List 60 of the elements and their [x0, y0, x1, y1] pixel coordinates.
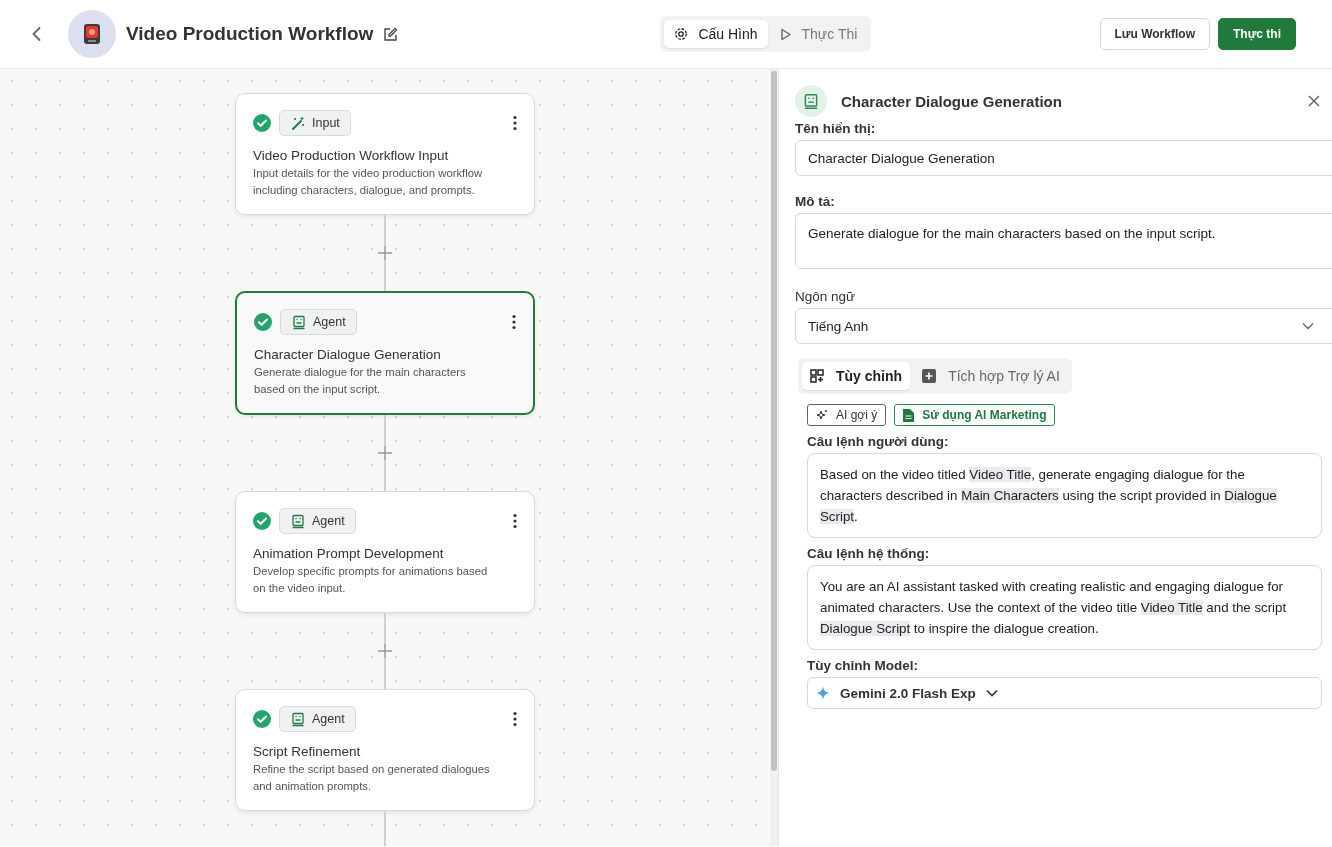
node-description: Input details for the video production workflow including characters, dialogue, and prompts.: [253, 166, 484, 198]
chevron-down-icon: [985, 689, 998, 697]
node-title: Video Production Workflow Input: [253, 148, 450, 163]
field-label: Tên hiển thị:: [795, 121, 877, 136]
prompt-field[interactable]: You are an AI assistant tasked with creating realistic and engaging dialogue for animated characters. Use the context of the video title Video Title and the script Dialogue Script to inspire the dialogue creation.: [807, 565, 1322, 650]
robot-icon: [802, 92, 820, 110]
language-dropdown[interactable]: Tiếng Anh: [795, 308, 1332, 344]
workflow-node[interactable]: Input Video Production Workflow Input Input details for the video production workflow including characters, dialogue, and prompts.: [235, 93, 535, 215]
save-button[interactable]: Lưu Workflow: [1099, 18, 1210, 50]
panel-tab[interactable]: Tùy chỉnh: [802, 362, 911, 390]
workflow-node[interactable]: Agent Script Refinement Refine the script based on generated dialogues and animation prompts.: [235, 689, 535, 811]
node-type-tag: Input: [279, 110, 351, 136]
field-label: Mô tả:: [795, 194, 836, 209]
node-type-tag: Agent: [279, 706, 356, 732]
field-label: Câu lệnh hệ thống:: [807, 546, 931, 561]
node-description: Refine the script based on generated dialogues and animation prompts.: [253, 762, 491, 794]
more-icon[interactable]: [512, 513, 518, 529]
robot-icon: [290, 513, 306, 529]
node-type-tag: Agent: [279, 508, 356, 534]
more-icon[interactable]: [511, 314, 517, 330]
panel-tab[interactable]: Tích hợp Trợ lý AI: [914, 362, 1068, 390]
edit-icon[interactable]: [383, 26, 399, 42]
workflow-title: Video Production Workflow: [126, 23, 374, 45]
sparkle-icon: [816, 409, 828, 421]
sparkle-icon: [816, 686, 830, 700]
run-button[interactable]: Thực thi: [1217, 18, 1296, 50]
scrollbar-thumb[interactable]: [771, 71, 777, 771]
field-label: Ngôn ngữ: [795, 289, 857, 304]
field-label: Câu lệnh người dùng:: [807, 434, 950, 449]
settings-icon: [674, 27, 689, 41]
close-icon[interactable]: [1308, 95, 1320, 107]
field-label: Tùy chỉnh Model:: [807, 658, 919, 673]
suggest-button[interactable]: AI gợi ý: [807, 404, 887, 426]
marketing-button[interactable]: Sử dụng AI Marketing: [894, 404, 1056, 426]
display-name-field[interactable]: Character Dialogue Generation: [795, 140, 1332, 176]
robot-icon: [290, 711, 306, 727]
node-type-tag: Agent: [280, 309, 357, 335]
workflow-node[interactable]: Agent Animation Prompt Development Develop specific prompts for animations based on the video input.: [235, 491, 535, 613]
plus-square-icon: [922, 369, 937, 383]
description-field[interactable]: Generate dialogue for the main characters based on the input script.: [795, 213, 1332, 269]
node-title: Character Dialogue Generation: [254, 347, 442, 362]
more-icon[interactable]: [512, 711, 518, 727]
more-icon[interactable]: [512, 115, 518, 131]
mode-tab[interactable]: Cấu Hình: [664, 20, 768, 48]
workflow-node[interactable]: Agent Character Dialogue Generation Generate dialogue for the main characters based on the input script.: [235, 291, 535, 415]
app-logo-icon: [83, 23, 101, 45]
node-description: Generate dialogue for the main characters based on the input script.: [254, 365, 467, 397]
node-description: Develop specific prompts for animations based on the video input.: [253, 564, 489, 596]
document-icon: [903, 408, 915, 422]
robot-icon: [291, 314, 307, 330]
chevron-down-icon: [1302, 322, 1314, 330]
magic-wand-icon: [290, 115, 306, 131]
prompt-field[interactable]: Based on the video titled Video Title, generate engaging dialogue for the characters described in Main Characters using the script provided in Dialogue Script.: [807, 453, 1322, 538]
model-dropdown[interactable]: Gemini 2.0 Flash Exp: [807, 677, 1322, 709]
play-icon: [779, 27, 792, 41]
node-title: Script Refinement: [253, 744, 362, 759]
node-title: Animation Prompt Development: [253, 546, 445, 561]
panel-title: Character Dialogue Generation: [841, 92, 1062, 110]
grid-icon: [810, 369, 824, 383]
mode-tab[interactable]: Thực Thi: [769, 20, 868, 48]
